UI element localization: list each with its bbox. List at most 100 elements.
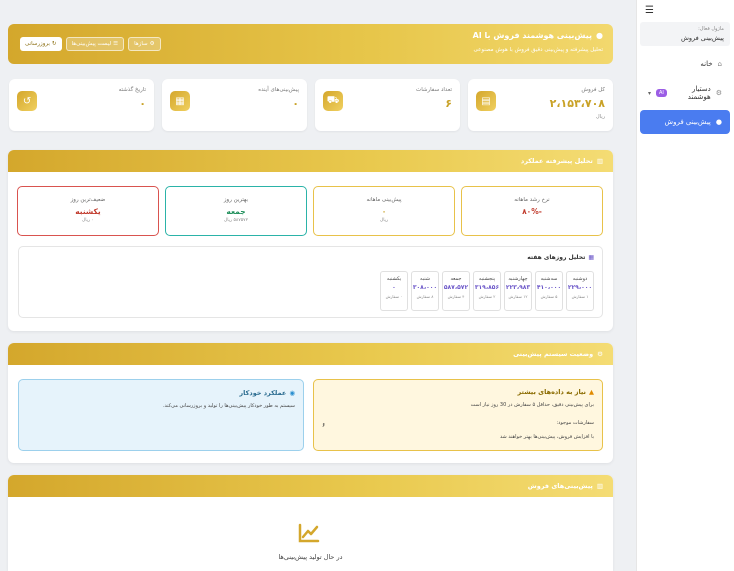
weekday-analysis-title: تحلیل روزهای هفته bbox=[527, 254, 586, 261]
page-title-row: ● پیش‌بینی هوشمند فروش با AI bbox=[473, 31, 603, 40]
day-card: شنبه ۳۰۸،۰۰۰ ۸ سفارش bbox=[411, 271, 439, 311]
day-orders: ۲ سفارش bbox=[478, 294, 496, 299]
stat-label: کل فروش bbox=[581, 87, 605, 93]
day-name: سه‌شنبه bbox=[540, 276, 558, 282]
warning-line-2: سفارشات موجود: bbox=[556, 420, 594, 426]
existing-orders-count: ۶ bbox=[322, 422, 326, 429]
chart-icon: ▥ bbox=[596, 482, 603, 490]
main-content: ● پیش‌بینی هوشمند فروش با AI تحلیل پیشرف… bbox=[8, 0, 613, 571]
day-card: پنجشنبه ۳۱۹،۸۵۶ ۲ سفارش bbox=[473, 271, 501, 311]
home-icon: ⌂ bbox=[717, 60, 722, 68]
lightbulb-icon: ● bbox=[596, 31, 603, 40]
stat-label: پیش‌بینی‌های آینده bbox=[258, 87, 299, 93]
settings-button[interactable]: ⚙ سازها bbox=[128, 37, 161, 51]
day-name: شنبه bbox=[420, 276, 430, 282]
day-orders: ۱۲ سفارش bbox=[508, 294, 528, 299]
day-card: چهارشنبه ۲۲۳،۹۸۳ ۱۲ سفارش bbox=[504, 271, 532, 311]
calendar-icon: ▦ bbox=[170, 91, 190, 111]
metric-label: ضعیف‌ترین روز bbox=[70, 197, 106, 203]
list-icon: ☰ bbox=[113, 41, 119, 47]
day-card: دوشنبه ۲۲۹،۰۰۰ ۱ سفارش bbox=[566, 271, 594, 311]
metric-label: بهترین روز bbox=[223, 197, 249, 203]
more-data-warning: ▲ نیاز به داده‌های بیشتر برای پیش‌بینی د… bbox=[313, 379, 603, 451]
line-chart-icon bbox=[298, 523, 320, 548]
stat-value: ۰ bbox=[139, 97, 146, 110]
day-name: چهارشنبه bbox=[508, 276, 528, 282]
money-icon: ▤ bbox=[476, 91, 496, 111]
stat-card-past-date: تاریخ گذشته ۰ ↺ bbox=[9, 79, 154, 131]
sidebar-item-label: خانه bbox=[700, 60, 713, 68]
gears-icon: ⚙ bbox=[597, 350, 603, 358]
metric-card-growth: نرخ رشد ماهانه -۸۰% bbox=[461, 186, 603, 236]
day-card: یکشنبه ۰ ۰ سفارش bbox=[380, 271, 408, 311]
stat-unit: ریال bbox=[596, 114, 605, 120]
weekday-analysis: ▦ تحلیل روزهای هفته دوشنبه ۲۲۹،۰۰۰ ۱ سفا… bbox=[18, 246, 603, 318]
day-name: پنجشنبه bbox=[478, 276, 496, 282]
auto-description: سیستم به طور خودکار پیش‌بینی‌ها را تولید… bbox=[162, 403, 295, 409]
day-orders: ۵ سفارش bbox=[540, 294, 558, 299]
metric-label: نرخ رشد ماهانه bbox=[514, 197, 550, 203]
metric-card-worst-day: ضعیف‌ترین روز یکشنبه ۰ ریال bbox=[17, 186, 159, 236]
day-value: ۴۱۰،۰۰۰ bbox=[536, 284, 562, 291]
warning-line-1: برای پیش‌بینی دقیق، حداقل ۵ سفارش در 30 … bbox=[470, 402, 594, 408]
day-name: یکشنبه bbox=[386, 276, 402, 282]
day-value: ۰ bbox=[392, 284, 396, 291]
line-chart-icon-svg bbox=[298, 523, 320, 543]
metric-label: پیش‌بینی ماهانه bbox=[366, 197, 402, 203]
cart-icon: ⛟ bbox=[323, 91, 343, 111]
gear-icon: ⚙ bbox=[715, 89, 722, 97]
stat-card-future-forecasts: پیش‌بینی‌های آینده ۰ ▦ bbox=[162, 79, 307, 131]
chart-icon: ▥ bbox=[596, 157, 603, 165]
stat-card-orders: تعداد سفارشات ۶ ⛟ bbox=[315, 79, 460, 131]
hero-header: ● پیش‌بینی هوشمند فروش با AI تحلیل پیشرف… bbox=[8, 24, 613, 64]
analysis-panel-header: ▥ تحلیل پیشرفته عملکرد bbox=[8, 150, 613, 172]
lightbulb-icon: ● bbox=[715, 118, 722, 126]
settings-button-label: سازها bbox=[134, 41, 148, 47]
sidebar-item-ai-assistant[interactable]: ⚙ دستیار هوشمند AI ▾ bbox=[640, 84, 730, 102]
sales-forecasts-header: ▥ پیش‌بینی‌های فروش bbox=[8, 475, 613, 497]
sidebar-item-label: پیش‌بینی فروش bbox=[664, 118, 711, 126]
forecast-list-button-label: لیست پیش‌بینی‌ها bbox=[71, 41, 112, 47]
sales-forecasts-title: پیش‌بینی‌های فروش bbox=[527, 482, 593, 490]
day-orders: ۴ سفارش bbox=[447, 294, 465, 299]
weekday-list: دوشنبه ۲۲۹،۰۰۰ ۱ سفارش سه‌شنبه ۴۱۰،۰۰۰ ۵… bbox=[380, 271, 594, 311]
sidebar: ☰ ماژول فعال: پیش‌بینی فروش ⌂ خانه ⚙ دست… bbox=[636, 0, 734, 571]
day-value: ۲۲۹،۰۰۰ bbox=[567, 284, 593, 291]
stat-value: ۲،۱۵۳،۷۰۸ bbox=[549, 97, 605, 110]
stat-value: ۶ bbox=[445, 97, 452, 110]
warning-line-3: با افزایش فروش، پیش‌بینی‌ها بهتر خواهند … bbox=[499, 434, 594, 440]
system-status-panel: ⚙ وضعیت سیستم پیش‌بینی ▲ نیاز به داده‌ها… bbox=[8, 343, 613, 463]
calendar-icon: ▦ bbox=[588, 254, 594, 261]
loading-text: در حال تولید پیش‌بینی‌ها bbox=[278, 553, 343, 561]
history-icon: ↺ bbox=[17, 91, 37, 111]
refresh-button[interactable]: ↻ بروزرسانی bbox=[20, 37, 62, 51]
auto-title: عملکرد خودکار bbox=[239, 389, 287, 397]
refresh-button-label: بروزرسانی bbox=[25, 41, 50, 47]
day-name: جمعه bbox=[450, 276, 462, 282]
ai-badge: AI bbox=[656, 89, 667, 97]
forecast-list-button[interactable]: ☰ لیست پیش‌بینی‌ها bbox=[65, 37, 125, 51]
day-name: دوشنبه bbox=[572, 276, 588, 282]
day-orders: ۰ سفارش bbox=[385, 294, 403, 299]
hero-actions: ⚙ سازها ☰ لیست پیش‌بینی‌ها ↻ بروزرسانی bbox=[20, 37, 161, 51]
metric-sub: ریال bbox=[379, 218, 389, 223]
page-subtitle: تحلیل پیشرفته و پیش‌بینی دقیق فروش با هو… bbox=[473, 47, 603, 53]
page-title: پیش‌بینی هوشمند فروش با AI bbox=[472, 31, 593, 40]
sidebar-item-home[interactable]: ⌂ خانه bbox=[640, 55, 730, 73]
chevron-down-icon: ▾ bbox=[648, 89, 652, 97]
stat-label: تعداد سفارشات bbox=[416, 87, 452, 93]
day-value: ۲۲۳،۹۸۳ bbox=[505, 284, 531, 291]
sidebar-item-label: دستیار هوشمند bbox=[687, 85, 711, 101]
gear-icon: ⚙ bbox=[149, 41, 155, 47]
analysis-panel-title: تحلیل پیشرفته عملکرد bbox=[520, 157, 593, 165]
stat-card-total-sales: کل فروش ۲،۱۵۳،۷۰۸ ریال ▤ bbox=[468, 79, 613, 131]
day-value: ۵۸۷،۵۷۲ bbox=[443, 284, 469, 291]
warning-title-row: ▲ نیاز به داده‌های بیشتر bbox=[518, 388, 595, 396]
analysis-panel: ▥ تحلیل پیشرفته عملکرد نرخ رشد ماهانه -۸… bbox=[8, 150, 613, 331]
menu-icon[interactable]: ☰ bbox=[645, 5, 654, 16]
metric-card-best-day: بهترین روز جمعه ۵۸۷۵۷۲ ریال bbox=[165, 186, 307, 236]
sidebar-item-sales-forecast[interactable]: ● پیش‌بینی فروش bbox=[640, 110, 730, 134]
warning-title: نیاز به داده‌های بیشتر bbox=[517, 388, 587, 396]
sales-forecasts-panel: ▥ پیش‌بینی‌های فروش در حال تولید پیش‌بین… bbox=[8, 475, 613, 571]
day-orders: ۱ سفارش bbox=[571, 294, 589, 299]
